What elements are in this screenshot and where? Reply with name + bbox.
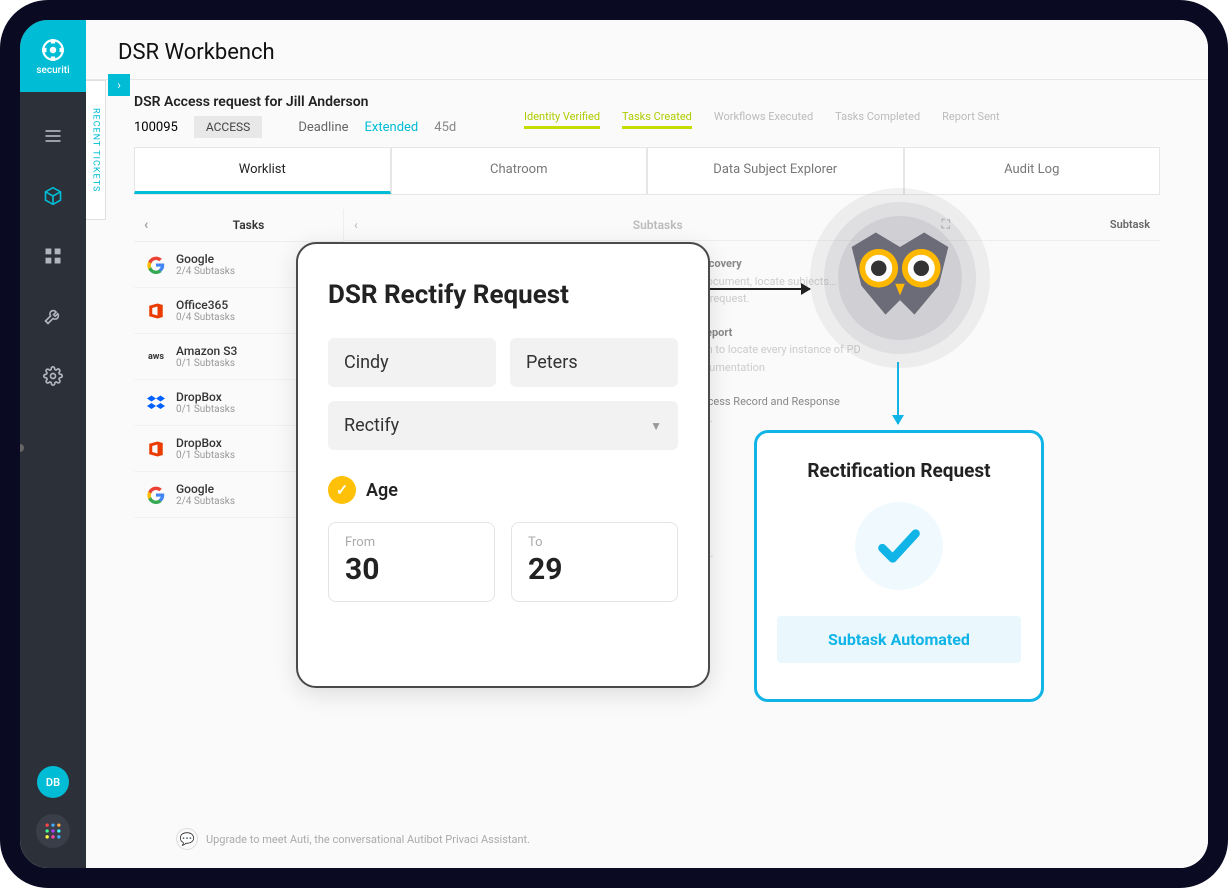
subtask-automated-button[interactable]: Subtask Automated [777, 616, 1021, 663]
page-title: DSR Workbench [118, 40, 1176, 65]
google-icon [146, 255, 166, 275]
tab-worklist[interactable]: Worklist [134, 147, 391, 194]
step-report: Report Sent [942, 110, 999, 129]
brand-logo[interactable]: securiti [20, 20, 86, 92]
request-title: DSR Access request for Jill Anderson [134, 94, 1184, 110]
tab-chatroom[interactable]: Chatroom [391, 147, 648, 194]
tab-data-subject-explorer[interactable]: Data Subject Explorer [647, 147, 904, 194]
subtasks-back-button[interactable]: ‹ [354, 218, 374, 232]
user-avatar[interactable]: DB [37, 766, 69, 798]
dropbox-icon [146, 393, 166, 413]
recent-toggle-button[interactable]: › [108, 74, 130, 96]
gear-icon[interactable] [37, 360, 69, 392]
recent-tickets-tab[interactable]: RECENT TICKETS [86, 80, 106, 220]
rectification-result-card: Rectification Request Subtask Automated [754, 430, 1044, 702]
rectify-title: DSR Rectify Request [328, 280, 678, 310]
tab-audit-log[interactable]: Audit Log [904, 147, 1161, 194]
securiti-icon [40, 37, 66, 63]
home-indicator [16, 444, 24, 452]
subtask-label: Subtask [1110, 218, 1150, 231]
chevron-down-icon: ▼ [650, 419, 662, 433]
check-icon: ✓ [328, 476, 356, 504]
action-select[interactable]: Rectify ▼ [328, 401, 678, 450]
aws-icon: aws [146, 347, 166, 367]
owl-bot [810, 188, 990, 368]
brand-text: securiti [36, 65, 69, 76]
step-workflows: Workflows Executed [714, 110, 813, 129]
owl-icon [842, 226, 958, 326]
last-name-field[interactable]: Peters [510, 338, 678, 387]
from-box: From 30 [328, 522, 495, 602]
dashboard-icon[interactable] [37, 240, 69, 272]
deadline-label: Deadline [298, 120, 348, 135]
menu-icon[interactable] [37, 120, 69, 152]
to-box: To 29 [511, 522, 678, 602]
tasks-header: Tasks [164, 218, 333, 232]
wrench-icon[interactable] [37, 300, 69, 332]
rectify-request-card: DSR Rectify Request Cindy Peters Rectify… [296, 242, 710, 688]
success-check [855, 502, 943, 590]
tasks-back-button[interactable]: ‹ [144, 217, 164, 233]
apps-icon[interactable] [36, 814, 70, 848]
office-icon [146, 439, 166, 459]
flow-arrow-icon [710, 288, 810, 290]
result-title: Rectification Request [807, 459, 990, 482]
progress-steps: Identity Verified Tasks Created Workflow… [524, 110, 1184, 129]
main-tabs: Worklist Chatroom Data Subject Explorer … [134, 147, 1160, 195]
request-id: 100095 [134, 120, 178, 135]
flow-arrow-down-icon [897, 362, 899, 424]
deadline-status: Extended [365, 120, 419, 135]
office-icon [146, 301, 166, 321]
step-tasks-created: Tasks Created [622, 110, 692, 129]
step-identity: Identity Verified [524, 110, 600, 129]
first-name-field[interactable]: Cindy [328, 338, 496, 387]
request-type-pill: ACCESS [194, 116, 262, 138]
field-label: Age [366, 480, 398, 501]
step-tasks-completed: Tasks Completed [835, 110, 920, 129]
deadline-days: 45d [434, 120, 456, 135]
cube-icon[interactable] [37, 180, 69, 212]
sidebar: securiti DB [20, 20, 86, 868]
google-icon [146, 485, 166, 505]
upgrade-banner[interactable]: 💬 Upgrade to meet Auti, the conversation… [176, 828, 530, 850]
chat-icon: 💬 [176, 828, 198, 850]
header: DSR Workbench [86, 20, 1208, 80]
